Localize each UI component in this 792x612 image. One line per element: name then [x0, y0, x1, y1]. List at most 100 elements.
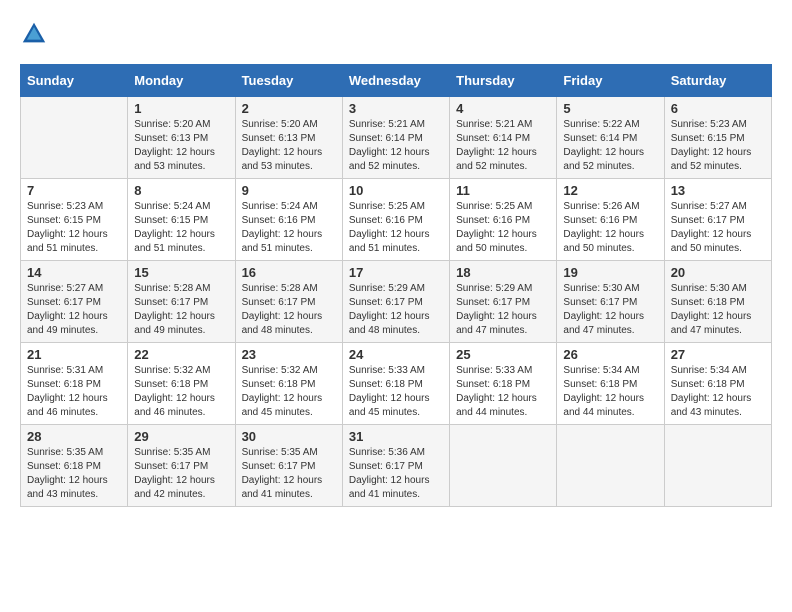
- week-row-3: 14 Sunrise: 5:27 AMSunset: 6:17 PMDayligh…: [21, 261, 772, 343]
- cell-info: Sunrise: 5:29 AMSunset: 6:17 PMDaylight:…: [456, 282, 550, 338]
- calendar-cell: 16 Sunrise: 5:28 AMSunset: 6:17 PMDayligh…: [235, 261, 342, 343]
- day-number: 9: [242, 183, 336, 198]
- cell-info: Sunrise: 5:27 AMSunset: 6:17 PMDaylight:…: [27, 282, 121, 338]
- calendar-cell: 1 Sunrise: 5:20 AMSunset: 6:13 PMDaylight…: [128, 97, 235, 179]
- calendar-cell: [21, 97, 128, 179]
- day-number: 16: [242, 265, 336, 280]
- calendar-cell: [557, 425, 664, 507]
- day-number: 19: [563, 265, 657, 280]
- day-number: 18: [456, 265, 550, 280]
- col-header-saturday: Saturday: [664, 65, 771, 97]
- calendar-cell: 30 Sunrise: 5:35 AMSunset: 6:17 PMDayligh…: [235, 425, 342, 507]
- cell-info: Sunrise: 5:20 AMSunset: 6:13 PMDaylight:…: [134, 118, 228, 174]
- cell-info: Sunrise: 5:32 AMSunset: 6:18 PMDaylight:…: [134, 364, 228, 420]
- calendar-cell: 10Sunrise: 5:25 AMSunset: 6:16 PMDayligh…: [342, 179, 449, 261]
- day-number: 15: [134, 265, 228, 280]
- calendar-cell: 14 Sunrise: 5:27 AMSunset: 6:17 PMDayligh…: [21, 261, 128, 343]
- logo: [20, 20, 52, 48]
- day-number: 28: [27, 429, 121, 444]
- cell-info: Sunrise: 5:24 AMSunset: 6:16 PMDaylight:…: [242, 200, 336, 256]
- cell-info: Sunrise: 5:26 AMSunset: 6:16 PMDaylight:…: [563, 200, 657, 256]
- col-header-tuesday: Tuesday: [235, 65, 342, 97]
- calendar-cell: 9 Sunrise: 5:24 AMSunset: 6:16 PMDaylight…: [235, 179, 342, 261]
- cell-info: Sunrise: 5:30 AMSunset: 6:17 PMDaylight:…: [563, 282, 657, 338]
- cell-info: Sunrise: 5:20 AMSunset: 6:13 PMDaylight:…: [242, 118, 336, 174]
- cell-info: Sunrise: 5:22 AMSunset: 6:14 PMDaylight:…: [563, 118, 657, 174]
- day-number: 11: [456, 183, 550, 198]
- calendar-cell: 3 Sunrise: 5:21 AMSunset: 6:14 PMDaylight…: [342, 97, 449, 179]
- day-number: 14: [27, 265, 121, 280]
- col-header-monday: Monday: [128, 65, 235, 97]
- cell-info: Sunrise: 5:27 AMSunset: 6:17 PMDaylight:…: [671, 200, 765, 256]
- calendar-cell: 15 Sunrise: 5:28 AMSunset: 6:17 PMDayligh…: [128, 261, 235, 343]
- calendar-cell: 18 Sunrise: 5:29 AMSunset: 6:17 PMDayligh…: [450, 261, 557, 343]
- calendar-cell: [450, 425, 557, 507]
- col-header-friday: Friday: [557, 65, 664, 97]
- calendar-cell: 22 Sunrise: 5:32 AMSunset: 6:18 PMDayligh…: [128, 343, 235, 425]
- cell-info: Sunrise: 5:35 AMSunset: 6:17 PMDaylight:…: [242, 446, 336, 502]
- calendar-cell: 4 Sunrise: 5:21 AMSunset: 6:14 PMDaylight…: [450, 97, 557, 179]
- cell-info: Sunrise: 5:35 AMSunset: 6:18 PMDaylight:…: [27, 446, 121, 502]
- week-row-4: 21 Sunrise: 5:31 AMSunset: 6:18 PMDayligh…: [21, 343, 772, 425]
- day-number: 12: [563, 183, 657, 198]
- day-number: 8: [134, 183, 228, 198]
- calendar-table: SundayMondayTuesdayWednesdayThursdayFrid…: [20, 64, 772, 507]
- day-number: 31: [349, 429, 443, 444]
- calendar-cell: 27Sunrise: 5:34 AMSunset: 6:18 PMDayligh…: [664, 343, 771, 425]
- cell-info: Sunrise: 5:21 AMSunset: 6:14 PMDaylight:…: [456, 118, 550, 174]
- calendar-cell: 28 Sunrise: 5:35 AMSunset: 6:18 PMDayligh…: [21, 425, 128, 507]
- cell-info: Sunrise: 5:36 AMSunset: 6:17 PMDaylight:…: [349, 446, 443, 502]
- day-number: 30: [242, 429, 336, 444]
- cell-info: Sunrise: 5:35 AMSunset: 6:17 PMDaylight:…: [134, 446, 228, 502]
- page-header: [20, 20, 772, 48]
- day-number: 17: [349, 265, 443, 280]
- week-row-1: 1 Sunrise: 5:20 AMSunset: 6:13 PMDaylight…: [21, 97, 772, 179]
- day-number: 29: [134, 429, 228, 444]
- day-number: 27: [671, 347, 765, 362]
- calendar-cell: 13 Sunrise: 5:27 AMSunset: 6:17 PMDayligh…: [664, 179, 771, 261]
- day-number: 21: [27, 347, 121, 362]
- day-number: 24: [349, 347, 443, 362]
- calendar-cell: 24 Sunrise: 5:33 AMSunset: 6:18 PMDayligh…: [342, 343, 449, 425]
- cell-info: Sunrise: 5:25 AMSunset: 6:16 PMDaylight:…: [456, 200, 550, 256]
- calendar-cell: 7 Sunrise: 5:23 AMSunset: 6:15 PMDaylight…: [21, 179, 128, 261]
- cell-info: Sunrise: 5:28 AMSunset: 6:17 PMDaylight:…: [242, 282, 336, 338]
- week-row-5: 28 Sunrise: 5:35 AMSunset: 6:18 PMDayligh…: [21, 425, 772, 507]
- calendar-cell: 20 Sunrise: 5:30 AMSunset: 6:18 PMDayligh…: [664, 261, 771, 343]
- calendar-cell: 12 Sunrise: 5:26 AMSunset: 6:16 PMDayligh…: [557, 179, 664, 261]
- day-number: 7: [27, 183, 121, 198]
- day-number: 13: [671, 183, 765, 198]
- week-row-2: 7 Sunrise: 5:23 AMSunset: 6:15 PMDaylight…: [21, 179, 772, 261]
- day-number: 6: [671, 101, 765, 116]
- day-number: 5: [563, 101, 657, 116]
- day-number: 22: [134, 347, 228, 362]
- calendar-cell: [664, 425, 771, 507]
- calendar-cell: 2 Sunrise: 5:20 AMSunset: 6:13 PMDaylight…: [235, 97, 342, 179]
- cell-info: Sunrise: 5:30 AMSunset: 6:18 PMDaylight:…: [671, 282, 765, 338]
- cell-info: Sunrise: 5:34 AMSunset: 6:18 PMDaylight:…: [563, 364, 657, 420]
- day-number: 25: [456, 347, 550, 362]
- col-header-sunday: Sunday: [21, 65, 128, 97]
- day-number: 1: [134, 101, 228, 116]
- day-number: 20: [671, 265, 765, 280]
- cell-info: Sunrise: 5:33 AMSunset: 6:18 PMDaylight:…: [349, 364, 443, 420]
- cell-info: Sunrise: 5:32 AMSunset: 6:18 PMDaylight:…: [242, 364, 336, 420]
- cell-info: Sunrise: 5:33 AMSunset: 6:18 PMDaylight:…: [456, 364, 550, 420]
- logo-icon: [20, 20, 48, 48]
- day-number: 4: [456, 101, 550, 116]
- calendar-cell: 23Sunrise: 5:32 AMSunset: 6:18 PMDayligh…: [235, 343, 342, 425]
- cell-info: Sunrise: 5:24 AMSunset: 6:15 PMDaylight:…: [134, 200, 228, 256]
- cell-info: Sunrise: 5:31 AMSunset: 6:18 PMDaylight:…: [27, 364, 121, 420]
- cell-info: Sunrise: 5:23 AMSunset: 6:15 PMDaylight:…: [27, 200, 121, 256]
- calendar-cell: 31 Sunrise: 5:36 AMSunset: 6:17 PMDayligh…: [342, 425, 449, 507]
- calendar-cell: 5 Sunrise: 5:22 AMSunset: 6:14 PMDaylight…: [557, 97, 664, 179]
- cell-info: Sunrise: 5:28 AMSunset: 6:17 PMDaylight:…: [134, 282, 228, 338]
- calendar-cell: 6Sunrise: 5:23 AMSunset: 6:15 PMDaylight…: [664, 97, 771, 179]
- calendar-cell: 25 Sunrise: 5:33 AMSunset: 6:18 PMDayligh…: [450, 343, 557, 425]
- day-number: 3: [349, 101, 443, 116]
- col-header-thursday: Thursday: [450, 65, 557, 97]
- calendar-cell: 21 Sunrise: 5:31 AMSunset: 6:18 PMDayligh…: [21, 343, 128, 425]
- day-number: 2: [242, 101, 336, 116]
- calendar-cell: 19 Sunrise: 5:30 AMSunset: 6:17 PMDayligh…: [557, 261, 664, 343]
- cell-info: Sunrise: 5:21 AMSunset: 6:14 PMDaylight:…: [349, 118, 443, 174]
